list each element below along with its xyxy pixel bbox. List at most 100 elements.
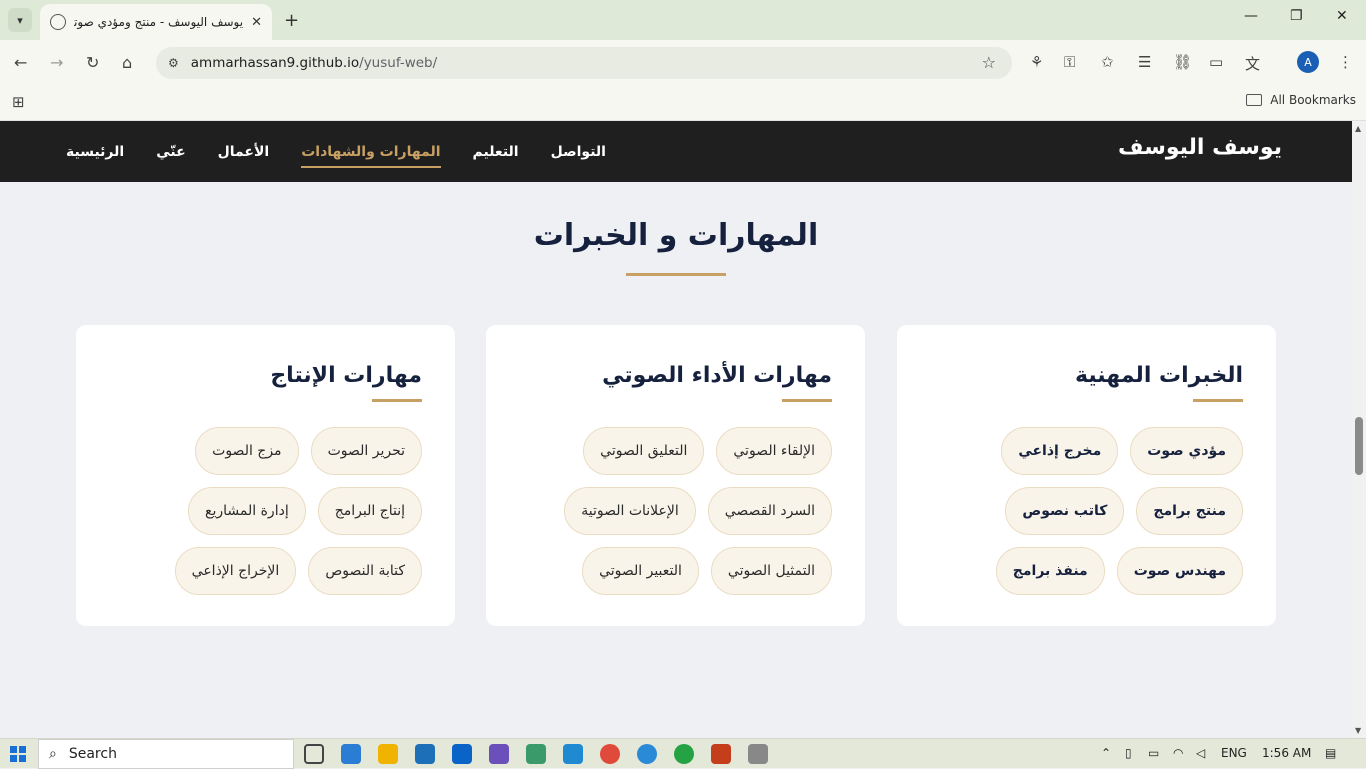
chrome-icon[interactable] (600, 744, 620, 764)
visual-studio-icon[interactable] (489, 744, 509, 764)
whatsapp-icon[interactable] (674, 744, 694, 764)
skill-pill: الإعلانات الصوتية (564, 487, 696, 535)
nav-about[interactable]: عنّي (156, 138, 185, 166)
skill-pill: التعبير الصوتي (582, 547, 699, 595)
card-underline (372, 399, 422, 402)
site-menu: الرئيسية عنّي الأعمال المهارات والشهادات… (66, 121, 606, 182)
clock[interactable]: 1:56 AM (1262, 746, 1311, 760)
nav-works[interactable]: الأعمال (218, 138, 270, 166)
notifications-icon[interactable]: ▤ (1325, 746, 1336, 760)
windows-start-icon[interactable] (10, 746, 26, 762)
link-icon[interactable]: ⛓ (1173, 53, 1192, 71)
address-bar[interactable]: ⚙ ammarhassan9.github.io/yusuf-web/ ☆ (156, 47, 1012, 79)
menu-kebab-icon[interactable]: ⋮ (1338, 53, 1353, 71)
section-title: المهارات و الخبرات (533, 218, 819, 253)
card-title: مهارات الأداء الصوتي (602, 363, 832, 388)
restore-button[interactable]: ❐ (1290, 8, 1303, 24)
app-icon-2[interactable] (526, 744, 546, 764)
all-bookmarks-button[interactable]: All Bookmarks (1246, 93, 1356, 107)
browser-toolbar: ← → ↻ ⌂ ⚙ ammarhassan9.github.io/yusuf-w… (0, 40, 1366, 86)
card-voice-performance: مهارات الأداء الصوتي الإلقاء الصوتي التع… (486, 325, 865, 626)
skill-pill: كاتب نصوص (1005, 487, 1125, 535)
all-bookmarks-label: All Bookmarks (1270, 93, 1356, 107)
card-production-skills: مهارات الإنتاج تحرير الصوت مزج الصوت إنت… (76, 325, 455, 626)
bookmark-star-icon[interactable]: ☆ (982, 53, 996, 72)
favorites-icon[interactable]: ✩ (1101, 53, 1114, 71)
skill-pill: مهندس صوت (1116, 547, 1243, 595)
password-key-icon[interactable]: ⚿ (1064, 53, 1075, 71)
app-icon[interactable] (341, 744, 361, 764)
file-explorer-icon[interactable] (378, 744, 398, 764)
scroll-thumb[interactable] (1355, 417, 1363, 475)
skill-pill: السرد القصصي (707, 487, 832, 535)
forward-icon[interactable]: → (50, 53, 63, 72)
nav-education[interactable]: التعليم (473, 138, 519, 166)
url-path: /yusuf-web/ (359, 55, 438, 71)
page-scrollbar[interactable]: ▲ ▼ (1352, 121, 1366, 738)
powerpoint-icon[interactable] (711, 744, 731, 764)
browser-tab[interactable]: يوسف اليوسف - منتج ومؤدي صوتي ✕ (40, 4, 272, 40)
close-window-button[interactable]: ✕ (1336, 8, 1348, 24)
home-icon[interactable]: ⌂ (122, 53, 132, 72)
skill-pills: مؤدي صوت مخرج إذاعي منتج برامج كاتب نصوص… (923, 427, 1243, 595)
back-icon[interactable]: ← (14, 53, 27, 72)
skill-pill: مخرج إذاعي (1001, 427, 1119, 475)
outlook-icon[interactable] (452, 744, 472, 764)
volume-icon[interactable]: ◁ (1196, 746, 1205, 760)
new-tab-button[interactable]: + (284, 10, 299, 31)
reading-list-icon[interactable]: ☰ (1138, 53, 1151, 71)
skill-pill: منفذ برامج (995, 547, 1105, 595)
store-icon[interactable] (415, 744, 435, 764)
apps-grid-icon[interactable]: ⊞ (12, 93, 25, 111)
skill-pill: الإخراج الإذاعي (174, 547, 297, 595)
card-title: مهارات الإنتاج (270, 363, 422, 388)
folder-icon (1246, 94, 1263, 106)
nav-home[interactable]: الرئيسية (66, 138, 124, 166)
side-panel-icon[interactable]: ▭ (1209, 53, 1223, 71)
search-icon: ⌕ (49, 746, 57, 762)
bookmarks-bar: ⊞ All Bookmarks (0, 86, 1366, 121)
profile-avatar[interactable]: A (1297, 51, 1319, 73)
minimize-button[interactable]: — (1244, 8, 1258, 24)
nav-skills[interactable]: المهارات والشهادات (301, 138, 441, 168)
language-indicator[interactable]: ENG (1221, 746, 1247, 760)
skill-pill: منتج برامج (1136, 487, 1243, 535)
translate-icon[interactable]: 文 (1245, 53, 1260, 74)
nav-contact[interactable]: التواصل (551, 138, 606, 166)
wifi-icon[interactable]: ◠ (1173, 746, 1183, 760)
site-navbar: يوسف اليوسف الرئيسية عنّي الأعمال المهار… (0, 121, 1352, 182)
scroll-down-icon[interactable]: ▼ (1355, 726, 1361, 735)
task-view-icon[interactable] (304, 744, 324, 764)
site-brand[interactable]: يوسف اليوسف (1118, 135, 1282, 160)
site-info-icon[interactable]: ⚙ (168, 56, 179, 70)
app-icon-3[interactable] (748, 744, 768, 764)
tray-device-icon[interactable]: ▯ (1125, 746, 1132, 760)
skill-pill: الإلقاء الصوتي (716, 427, 832, 475)
skill-pill: كتابة النصوص (308, 547, 422, 595)
skill-pills: تحرير الصوت مزج الصوت إنتاج البرامج إدار… (102, 427, 422, 595)
globe-icon (50, 14, 66, 30)
skill-pill: مؤدي صوت (1130, 427, 1243, 475)
skill-pill: إدارة المشاريع (188, 487, 306, 535)
edge-icon[interactable] (637, 744, 657, 764)
battery-icon[interactable]: ▭ (1148, 746, 1159, 760)
url-host: ammarhassan9.github.io (190, 55, 360, 71)
reload-icon[interactable]: ↻ (86, 53, 99, 72)
extension-icon[interactable]: ⚘ (1030, 53, 1043, 71)
card-underline (1193, 399, 1243, 402)
scroll-up-icon[interactable]: ▲ (1355, 124, 1361, 133)
skill-pill: التعليق الصوتي (583, 427, 705, 475)
card-professional-experience: الخبرات المهنية مؤدي صوت مخرج إذاعي منتج… (897, 325, 1276, 626)
tray-chevron-icon[interactable]: ⌃ (1101, 746, 1111, 760)
skill-pill: التمثيل الصوتي (710, 547, 832, 595)
vscode-icon[interactable] (563, 744, 583, 764)
card-underline (782, 399, 832, 402)
title-underline (626, 273, 726, 276)
tab-search-button[interactable]: ▾ (8, 8, 32, 32)
close-tab-icon[interactable]: ✕ (251, 15, 262, 30)
skills-section: المهارات و الخبرات الخبرات المهنية مؤدي … (0, 182, 1352, 738)
skill-pill: تحرير الصوت (310, 427, 422, 475)
browser-tab-bar: ▾ يوسف اليوسف - منتج ومؤدي صوتي ✕ + — ❐ … (0, 0, 1366, 40)
windows-taskbar: ⌕ Search ⌃ ▯ ▭ ◠ ◁ ENG 1:56 AM ▤ (0, 738, 1366, 769)
taskbar-search[interactable]: ⌕ Search (38, 739, 294, 769)
